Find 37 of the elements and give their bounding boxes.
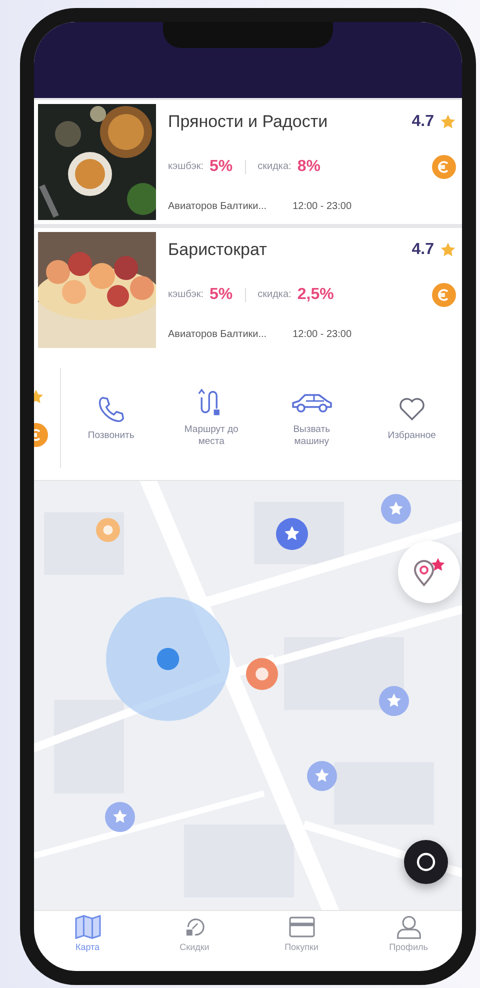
- star-icon: [440, 242, 456, 258]
- action-button[interactable]: Позвонить: [61, 394, 162, 442]
- opening-hours: 12:00 - 23:00: [292, 201, 352, 212]
- discount-label: скидка:: [258, 161, 292, 172]
- profile-icon: [394, 915, 422, 939]
- discount-value: 8%: [297, 158, 320, 176]
- cashback-label: кэшбэк:: [168, 289, 204, 300]
- action-button[interactable]: Вызвать машину: [262, 388, 362, 448]
- place-card[interactable]: Пряности и Радости 4.7 кэшбэк: 5% скидка: 8% Авиаторов Балтики... 12:00 - 23:00: [34, 100, 462, 224]
- action-button[interactable]: Избранное: [362, 394, 462, 442]
- place-name: Баристократ: [168, 240, 268, 260]
- ring-icon: [415, 851, 437, 873]
- place-marker[interactable]: [96, 518, 120, 542]
- coin-icon: [432, 154, 456, 178]
- place-card[interactable]: Баристократ 4.7 кэшбэк: 5% скидка: 2,5% Авиаторов Балтики... 12:00 - 23:00: [34, 228, 462, 352]
- map-icon: [74, 915, 102, 939]
- tab[interactable]: Профиль: [355, 911, 462, 971]
- discount-value: 2,5%: [297, 286, 334, 304]
- address: Авиаторов Балтики...: [168, 329, 267, 340]
- rating: 4.7: [412, 241, 434, 259]
- place-marker[interactable]: [246, 658, 278, 690]
- action-button[interactable]: Маршрут до места: [161, 388, 262, 448]
- pin-star-icon: [412, 557, 446, 587]
- place-name: Пряности и Радости: [168, 112, 329, 132]
- card-icon: [288, 915, 316, 939]
- opening-hours: 12:00 - 23:00: [292, 329, 352, 340]
- coin-icon: [432, 282, 456, 306]
- tab[interactable]: Покупки: [248, 911, 355, 971]
- star-icon: [440, 114, 456, 130]
- rating: 4.7: [412, 113, 434, 131]
- discount-label: скидка:: [258, 289, 292, 300]
- cashback-value: 5%: [209, 286, 233, 304]
- cashback-value: 5%: [209, 158, 233, 176]
- address: Авиаторов Балтики...: [168, 201, 267, 212]
- tab[interactable]: Карта: [34, 911, 141, 971]
- tab[interactable]: Скидки: [141, 911, 248, 971]
- cashback-label: кэшбэк:: [168, 161, 204, 172]
